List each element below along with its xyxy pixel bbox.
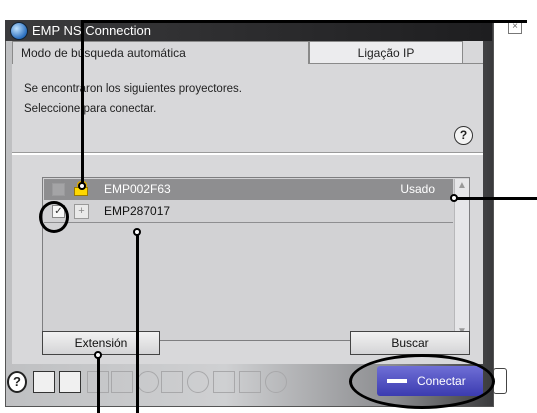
callout-line (454, 197, 537, 200)
projector-checkbox[interactable] (52, 183, 65, 196)
app-logo-icon (10, 22, 28, 40)
projector-settings-icon (213, 371, 235, 393)
callout-line (81, 20, 84, 186)
message-line-1: Se encontraron los siguientes proyectore… (24, 83, 242, 95)
zoom-icon (187, 371, 209, 393)
list-scrollbar[interactable]: ▲ ▼ (454, 179, 469, 339)
display-select-icon[interactable] (59, 371, 81, 393)
tab-ip-connection[interactable]: Ligação IP (309, 41, 463, 64)
message-line-2: Seleccione para conectar. (24, 103, 157, 115)
callout-line (136, 232, 139, 413)
projector-row[interactable]: ✓ + EMP287017 (44, 201, 453, 223)
pause-icon (137, 371, 159, 393)
projector-status: Usado (400, 182, 435, 196)
callout-line (97, 355, 100, 413)
scroll-up-icon[interactable]: ▲ (455, 179, 469, 193)
help-icon[interactable]: ? (7, 371, 27, 393)
callout-ring (39, 201, 69, 233)
callout-dot (450, 194, 458, 202)
video-icon (239, 371, 261, 393)
projector-row[interactable]: EMP002F63 Usado (44, 179, 453, 200)
refresh-icon (265, 371, 287, 393)
mute-icon (161, 371, 183, 393)
callout-ring (349, 354, 495, 409)
projector-list: EMP002F63 Usado ✓ + EMP287017 ▲ ▼ (42, 177, 470, 341)
search-button[interactable]: Buscar (350, 331, 470, 355)
callout-dot (78, 182, 86, 190)
tab-auto-search[interactable]: Modo de búsqueda automática (12, 41, 309, 64)
projector-name: EMP002F63 (104, 182, 171, 196)
network-lock-icon[interactable] (33, 371, 55, 393)
side-control-icon[interactable] (493, 368, 507, 394)
document-icon (111, 371, 133, 393)
tab-bar-filler (463, 41, 483, 64)
projector-name: EMP287017 (104, 204, 171, 218)
help-icon[interactable]: ? (454, 126, 473, 145)
expand-icon[interactable]: + (74, 204, 89, 219)
callout-line (81, 20, 527, 23)
callout-dot (133, 228, 141, 236)
callout-dot (94, 351, 102, 359)
window-title: EMP NS Connection (32, 23, 151, 38)
